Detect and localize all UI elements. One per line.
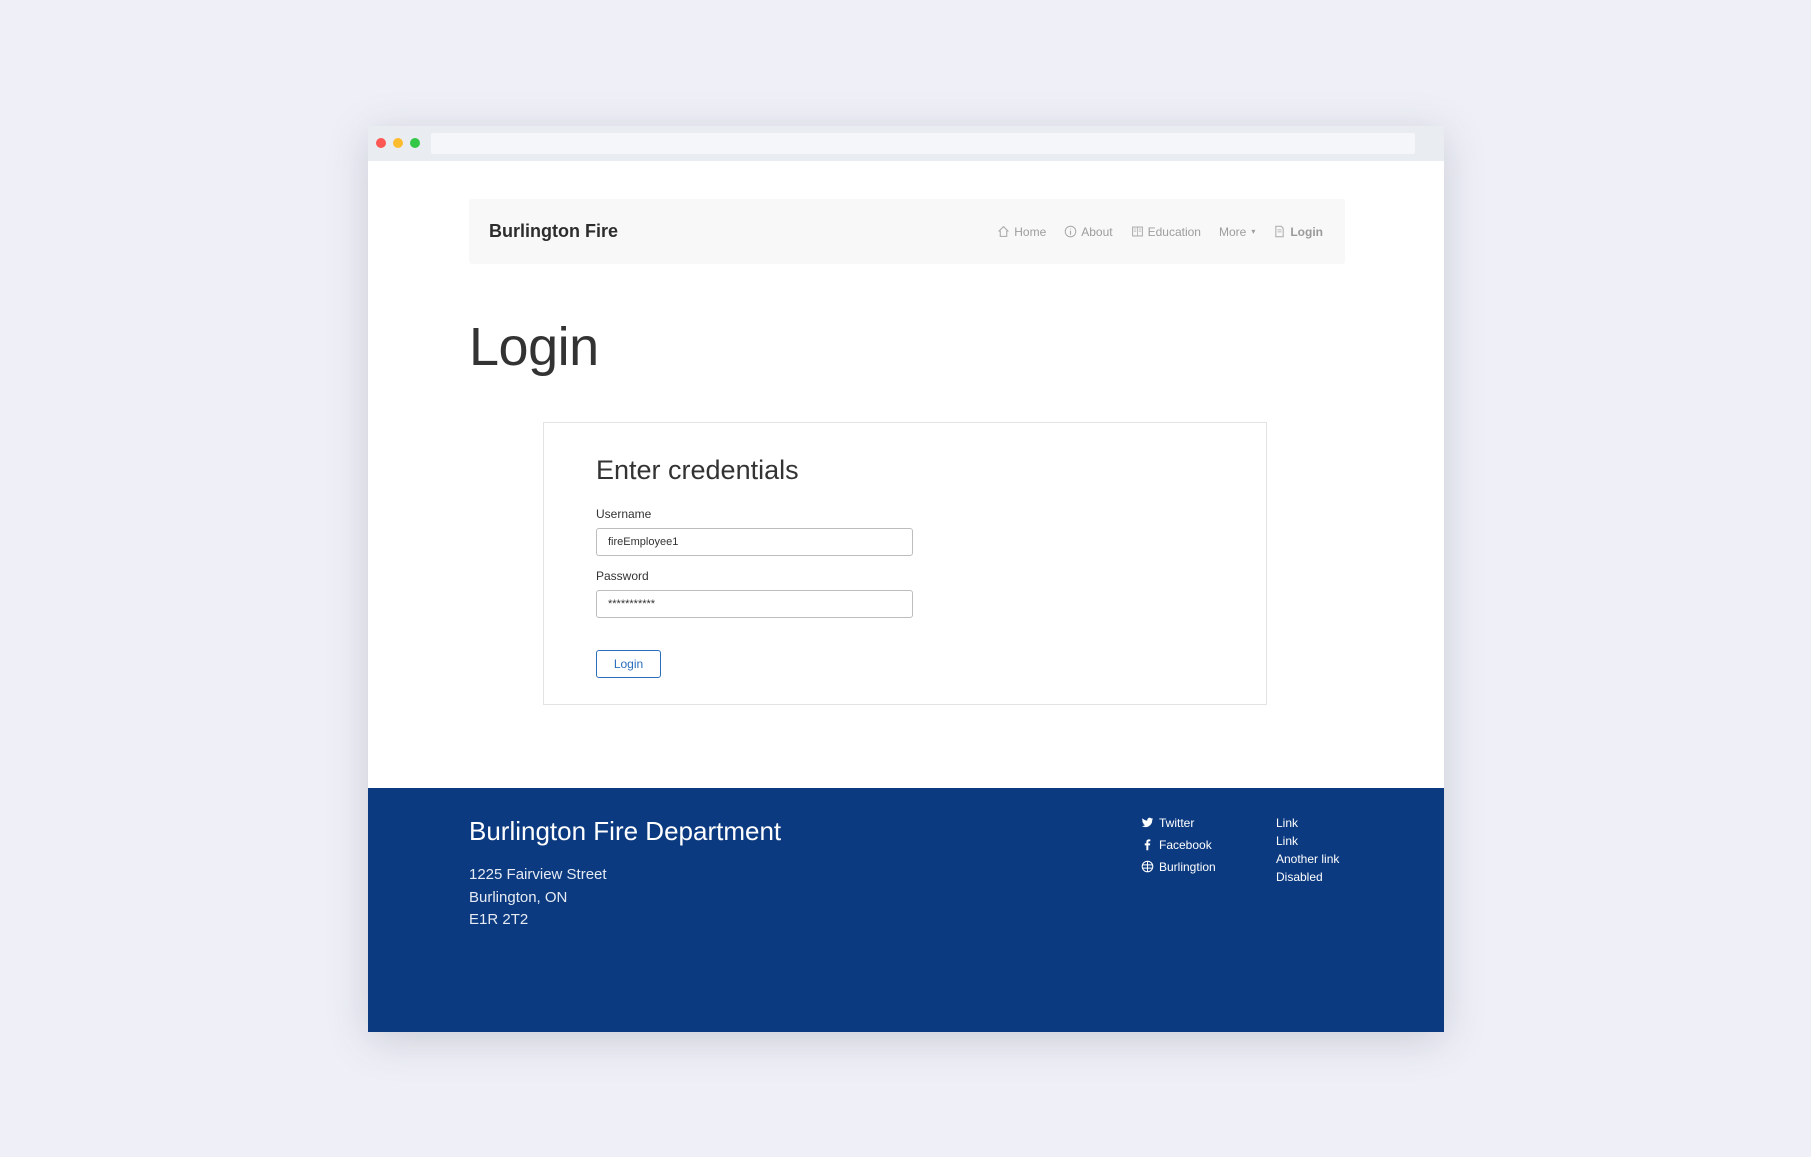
address-bar[interactable] [431, 133, 1415, 154]
caret-down-icon: ▾ [1251, 227, 1256, 236]
nav-item-label: Home [1014, 224, 1047, 239]
footer-title: Burlington Fire Department [469, 816, 782, 846]
minimize-window-button[interactable] [393, 138, 403, 148]
login-button[interactable]: Login [596, 650, 661, 678]
username-label: Username [596, 507, 652, 521]
page-title: Login [469, 317, 599, 377]
nav-item-education[interactable]: Education [1131, 225, 1201, 239]
card-title: Enter credentials [596, 455, 799, 485]
nav-item-label: Login [1290, 224, 1323, 239]
footer-link[interactable]: Another link [1276, 850, 1339, 868]
navbar-brand[interactable]: Burlington Fire [489, 199, 618, 264]
nav-item-label: Education [1147, 224, 1201, 239]
book-icon [1131, 226, 1143, 237]
close-window-button[interactable] [376, 138, 386, 148]
nav-item-about[interactable]: About [1064, 224, 1113, 239]
password-input[interactable] [596, 590, 913, 618]
maximize-window-button[interactable] [410, 138, 420, 148]
footer-links: Link Link Another link Disabled [1276, 814, 1339, 886]
nav-item-home[interactable]: Home [997, 225, 1046, 239]
social-link-twitter[interactable]: Twitter [1141, 814, 1216, 831]
social-links: Twitter Facebook Burlingtion [1141, 814, 1216, 875]
username-input[interactable] [596, 528, 913, 556]
footer: Burlington Fire Department 1225 Fairview… [368, 788, 1444, 1032]
social-link-facebook[interactable]: Facebook [1141, 836, 1216, 853]
login-card: Enter credentials Username Password Logi… [543, 422, 1267, 705]
nav-item-login[interactable]: Login [1273, 225, 1323, 239]
footer-link[interactable]: Link [1276, 832, 1339, 850]
facebook-icon [1144, 839, 1151, 851]
address-line: E1R 2T2 [469, 911, 529, 928]
address: 1225 Fairview Street Burlington, ON E1R … [469, 864, 607, 932]
social-label: Twitter [1159, 815, 1195, 830]
globe-icon [1141, 860, 1154, 873]
nav-item-more[interactable]: More ▾ [1219, 225, 1255, 239]
browser-chrome [368, 126, 1444, 161]
footer-link-disabled: Disabled [1276, 870, 1323, 884]
document-icon [1275, 225, 1284, 238]
browser-window: Burlington Fire Home About Education Mor… [368, 126, 1444, 1032]
nav-items: Home About Education More ▾ Login [997, 199, 1323, 264]
footer-link[interactable]: Link [1276, 814, 1339, 832]
social-link-burlington[interactable]: Burlingtion [1141, 858, 1216, 875]
nav-item-label: About [1081, 224, 1113, 239]
social-label: Facebook [1159, 837, 1212, 852]
twitter-icon [1141, 817, 1154, 828]
address-line: Burlington, ON [469, 888, 568, 906]
home-icon [998, 225, 1009, 237]
navbar: Burlington Fire Home About Education Mor… [469, 199, 1345, 264]
social-label: Burlingtion [1159, 859, 1216, 874]
password-label: Password [596, 569, 649, 583]
info-icon [1064, 225, 1077, 238]
address-line: 1225 Fairview Street [469, 866, 607, 883]
nav-item-label: More [1218, 224, 1247, 239]
